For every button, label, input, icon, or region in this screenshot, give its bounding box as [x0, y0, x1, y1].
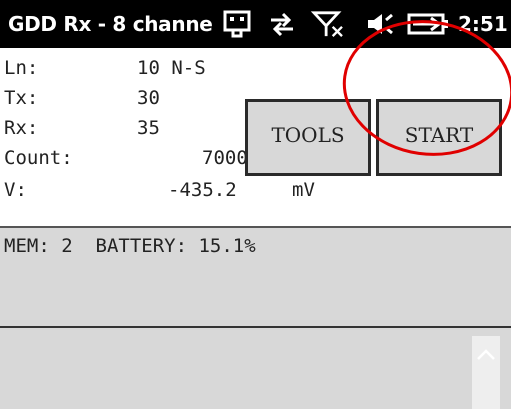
app-title: GDD Rx - 8 channe [8, 12, 213, 36]
tx-label: Tx: [4, 87, 39, 109]
voltage-value: -435.2 [168, 179, 237, 201]
status-text: MEM: 2 BATTERY: 15.1% [4, 235, 256, 257]
scrollbar[interactable] [472, 336, 500, 409]
tx-value: 30 [137, 87, 160, 109]
line-value: 10 N-S [137, 57, 206, 79]
rx-value: 35 [137, 117, 160, 139]
clock: 2:51 [458, 12, 508, 36]
voltage-unit: mV [292, 179, 315, 201]
log-panel [0, 328, 511, 409]
scroll-up-icon[interactable] [475, 348, 497, 362]
count-label: Count: [4, 147, 73, 169]
no-signal-icon[interactable] [310, 10, 346, 38]
start-button[interactable]: START [376, 99, 502, 176]
keyboard-icon[interactable] [222, 10, 252, 38]
voltage-label: V: [4, 179, 27, 201]
status-panel: MEM: 2 BATTERY: 15.1% [0, 226, 511, 328]
count-value: 7000 [202, 147, 248, 169]
tools-button[interactable]: TOOLS [245, 99, 371, 176]
readings-panel: Ln: 10 N-S Tx: 30 Rx: 35 Count: 7000 V: … [0, 48, 511, 226]
title-bar: GDD Rx - 8 channe 2:51 [0, 0, 511, 48]
battery-charging-icon[interactable] [405, 10, 453, 38]
line-label: Ln: [4, 57, 39, 79]
sync-arrows-icon[interactable] [267, 10, 297, 38]
rx-label: Rx: [4, 117, 39, 139]
speaker-icon[interactable] [365, 10, 395, 38]
